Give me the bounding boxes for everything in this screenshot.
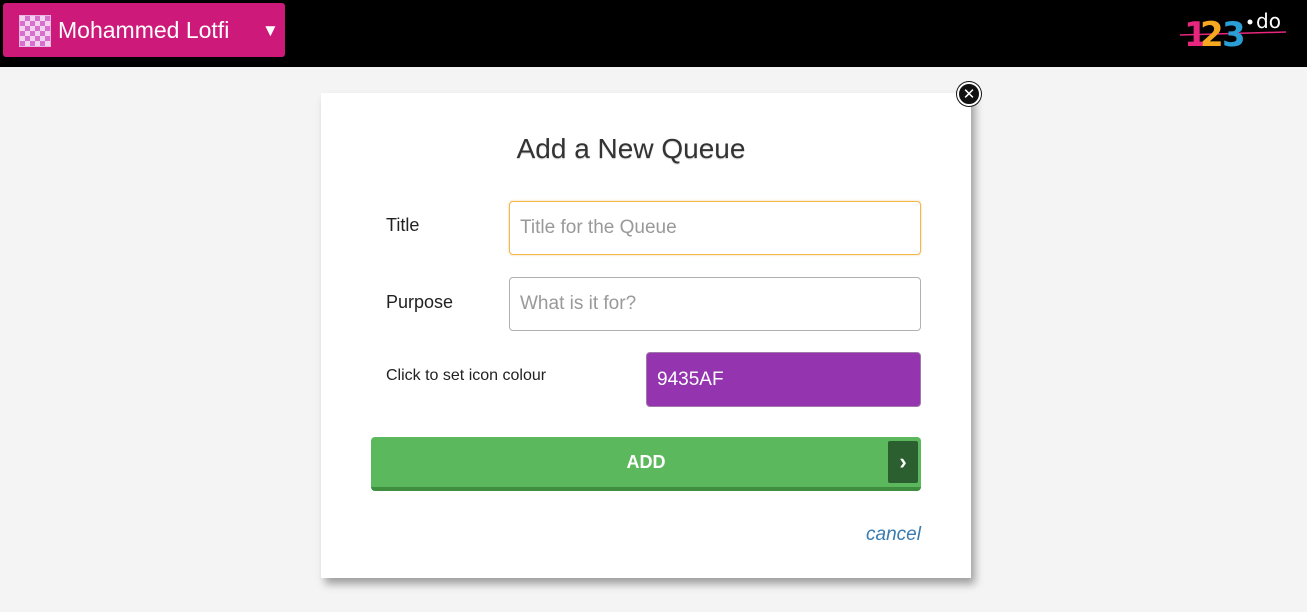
logo-dot bbox=[1247, 19, 1253, 25]
add-button[interactable]: ADD › bbox=[371, 437, 921, 491]
add-button-label: ADD bbox=[626, 451, 666, 472]
add-queue-modal: Add a New Queue Title Purpose Click to s… bbox=[321, 93, 971, 578]
chevron-right-icon: › bbox=[888, 441, 918, 483]
user-menu-button[interactable]: Mohammed Lotfi ▼ bbox=[3, 3, 285, 57]
icon-colour-picker[interactable]: 9435AF bbox=[646, 352, 921, 407]
logo-digit: 2 bbox=[1200, 15, 1224, 50]
logo-suffix: do bbox=[1256, 10, 1281, 33]
title-label: Title bbox=[386, 215, 420, 235]
avatar bbox=[19, 15, 51, 47]
icon-colour-label: Click to set icon colour bbox=[386, 367, 547, 384]
cancel-link[interactable]: cancel bbox=[866, 524, 921, 546]
chevron-down-icon: ▼ bbox=[262, 21, 279, 40]
logo-digit: 3 bbox=[1222, 15, 1246, 50]
purpose-label: Purpose bbox=[386, 292, 454, 312]
top-bar: Mohammed Lotfi ▼ 1 2 3 do bbox=[0, 0, 1307, 67]
close-icon[interactable]: ✕ bbox=[957, 82, 981, 106]
user-name: Mohammed Lotfi bbox=[58, 17, 230, 43]
queue-title-input[interactable] bbox=[509, 201, 921, 255]
modal-title: Add a New Queue bbox=[516, 133, 746, 164]
queue-purpose-input[interactable] bbox=[509, 277, 921, 331]
app-logo: 1 2 3 do bbox=[1179, 10, 1287, 50]
